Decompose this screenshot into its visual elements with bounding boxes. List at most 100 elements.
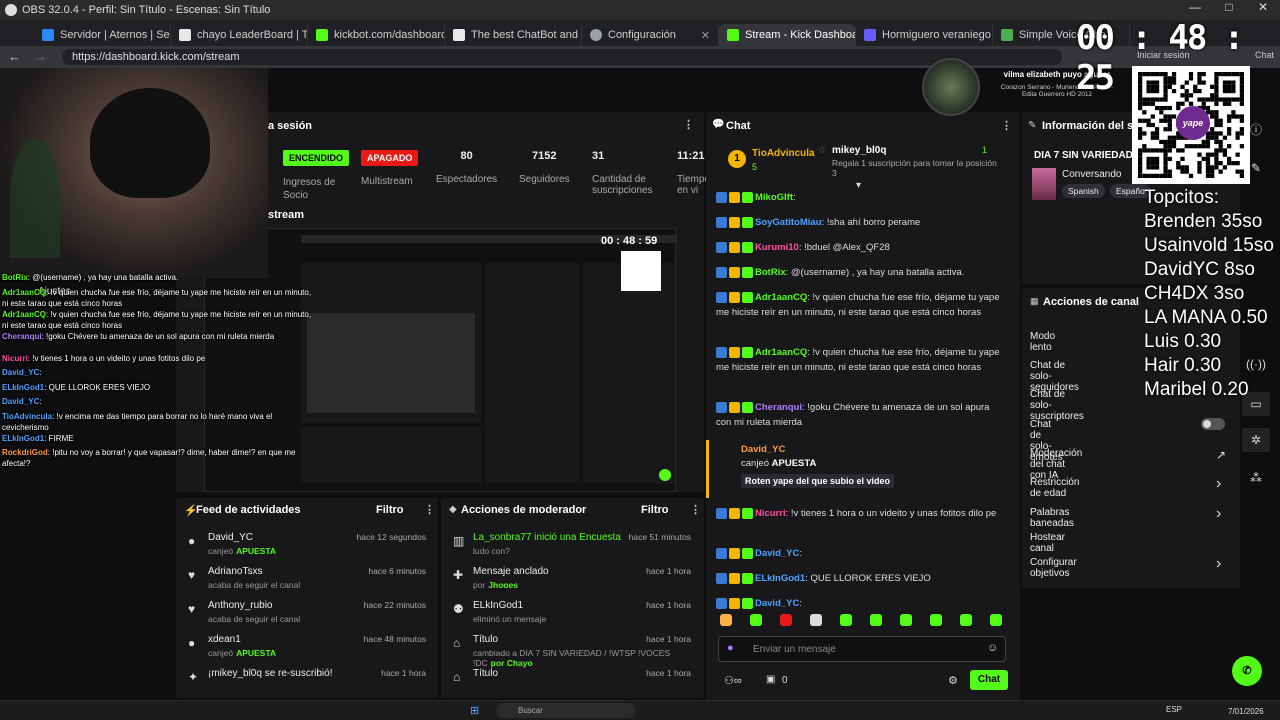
chat-message[interactable]: Adr1aanCQ: !v quien chucha fue ese frío,… [716,290,1006,320]
external-link-icon[interactable]: ↗ [1216,448,1226,462]
mic-icon[interactable]: ● [727,642,734,654]
tab-overview-icon[interactable] [0,24,34,46]
qr-module [1235,135,1240,140]
chat-username[interactable]: Cheranqui [755,402,802,413]
category-name[interactable]: Conversando [1062,169,1121,180]
emote-icon[interactable] [810,614,822,626]
chat-message[interactable]: David_YC: [716,596,1006,610]
back-icon[interactable]: ← [8,49,21,64]
support-chat-icon[interactable]: ✆ [1232,656,1262,686]
qr-module [1231,72,1236,77]
emote-icon[interactable] [840,614,852,626]
chat-settings-icon[interactable]: ⚙ [948,674,958,687]
feed-row-sub-text: por [473,580,486,590]
close-button[interactable]: ✕ [1246,0,1280,20]
feed-row[interactable]: ♥ AdrianoTsxs acaba de seguir el canal hace… [176,566,436,600]
chat-username[interactable]: ELkInGod1 [755,573,805,584]
tab-kick-dashboard[interactable]: Stream - Kick Dashboard✕ [719,24,856,46]
gifter-name[interactable]: mikey_bl0q [832,145,886,156]
close-tab-icon[interactable]: ✕ [701,29,710,42]
channel-action-item[interactable]: Restricción de edad [1030,477,1079,499]
emote-icon[interactable] [750,614,762,626]
tab-chatbot[interactable]: The best ChatBot and Widge✕ [445,24,582,46]
channel-action-item[interactable]: Configurar objetivos [1030,557,1077,579]
emote-icon[interactable] [960,614,972,626]
emote-icon[interactable] [990,614,1002,626]
qr-module [1146,148,1151,153]
feed-row[interactable]: ✦ ¡mikey_bl0q se re-suscribió! hace 1 hora [176,668,436,702]
redeem-user[interactable]: David_YC [741,444,785,455]
chat-message[interactable]: BotRix: @(username) , ya hay una batalla… [716,265,1006,280]
gift-box-icon[interactable]: ▣ [766,674,775,685]
tab-aternos[interactable]: Servidor | Aternos | Servidor✕ [34,24,171,46]
activity-menu-icon[interactable]: ⋮ [424,503,435,516]
chat-message[interactable]: Kurumi10: !bduel @Alex_QF28 [716,240,1006,255]
channel-action-item[interactable]: Hostear canal [1030,532,1065,554]
minimize-button[interactable]: — [1178,0,1212,20]
taskbar-search[interactable]: Buscar [496,703,636,718]
maximize-button[interactable]: □ [1212,0,1246,20]
chat-username[interactable]: MikoGIft [755,192,793,203]
top-gifter-name[interactable]: TioAdvincula [752,148,815,159]
language-indicator[interactable]: ESP [1166,705,1182,714]
feed-row[interactable]: ⌂ Título cambiado a DIA 7 SIN VARIEDAD / !… [441,634,701,668]
users-icon[interactable]: ⚇∞ [724,674,742,687]
send-chat-button[interactable]: Chat [970,670,1008,690]
tab-configuracion[interactable]: Configuración ✕ [582,24,719,46]
tab-leaderboard[interactable]: chayo LeaderBoard | The be✕ [171,24,308,46]
qr-module [1214,152,1219,157]
feed-row[interactable]: ⌂ Título hace 1 hora [441,668,701,702]
chat-username[interactable]: David_YC [755,548,799,559]
forward-icon[interactable]: → [34,49,47,64]
channel-action-item[interactable]: Chat de solo-suscriptores [1030,389,1084,422]
activity-filter-button[interactable]: Filtro [376,504,404,516]
feed-row[interactable]: ● xdean1 canjeó APUESTA hace 48 minutos [176,634,436,668]
emote-icon[interactable] [870,614,882,626]
mod-menu-icon[interactable]: ⋮ [690,503,701,516]
chat-username[interactable]: SoyGatitoMiau [755,217,822,228]
feed-row[interactable]: ▥ La_sonbra77 inició una Encuesta ludo con… [441,532,701,566]
feed-row[interactable]: ⚉ ELkInGod1 eliminó un mensaje hace 1 hora [441,600,701,634]
channel-action-item[interactable]: Palabras baneadas [1030,507,1074,529]
chevron-right-icon[interactable]: › [1216,505,1221,523]
qr-module [1138,76,1143,81]
feed-row[interactable]: ✚ Mensaje anclado por Jhooes hace 1 hora [441,566,701,600]
chevron-right-icon[interactable]: › [1216,475,1221,493]
taskbar-date[interactable]: 7/01/2026 [1228,707,1264,716]
chat-username[interactable]: Kurumi10 [755,242,799,253]
emote-icon[interactable] [720,614,732,626]
address-bar[interactable]: https://dashboard.kick.com/stream [62,49,1062,65]
qr-module [1150,131,1155,136]
chat-username[interactable]: BotRix [755,267,786,278]
chat-message[interactable]: David_YC: [716,546,1006,561]
chat-username[interactable]: Adr1aanCQ [755,347,807,358]
feed-row[interactable]: ♥ Anthony_rubio acaba de seguir el canal ha… [176,600,436,634]
tab-kickbot[interactable]: kickbot.com/dashboard/ttsi✕ [308,24,445,46]
chat-message[interactable]: Cheranqui: !goku Chévere tu amenaza de u… [716,400,1006,430]
qr-module [1205,173,1211,178]
mod-filter-button[interactable]: Filtro [641,504,669,516]
chevron-right-icon[interactable]: › [1216,555,1221,573]
tab-hormiguero[interactable]: Hormiguero veraniego✕ [856,24,993,46]
wrench-icon[interactable]: ✲ [1242,428,1270,452]
windows-start-icon[interactable]: ⊞ [470,704,479,717]
chat-username[interactable]: Nicurri [755,508,786,519]
emote-icon[interactable] [900,614,912,626]
channel-action-item[interactable]: Modo lento [1030,331,1055,353]
chat-message[interactable]: SoyGatitoMiau: !sha ahí borro perame [716,215,1006,230]
chat-message[interactable]: Adr1aanCQ: !v quien chucha fue ese frío,… [716,345,1006,375]
chat-username[interactable]: David_YC [755,598,799,609]
emotes-only-toggle[interactable] [1201,418,1225,430]
emote-icon[interactable] [780,614,792,626]
community-icon[interactable]: ⁂ [1242,466,1270,490]
chat-message[interactable]: MikoGIft: [716,190,1006,205]
emote-icon[interactable] [930,614,942,626]
session-menu-icon[interactable]: ⋮ [683,118,694,131]
chat-message[interactable]: ELkInGod1: QUE LLOROK ERES VIEJO [716,571,1006,586]
feed-row[interactable]: ● David_YC canjeó APUESTA hace 12 segundos [176,532,436,566]
chat-message[interactable]: Nicurri: !v tienes 1 hora o un videito y… [716,506,1006,521]
chat-input[interactable]: ● Enviar un mensaje ☺ [718,636,1006,662]
emoji-icon[interactable]: ☺ [987,642,998,654]
chat-menu-icon[interactable]: ⋮ [1001,119,1012,132]
chat-username[interactable]: Adr1aanCQ [755,292,807,303]
